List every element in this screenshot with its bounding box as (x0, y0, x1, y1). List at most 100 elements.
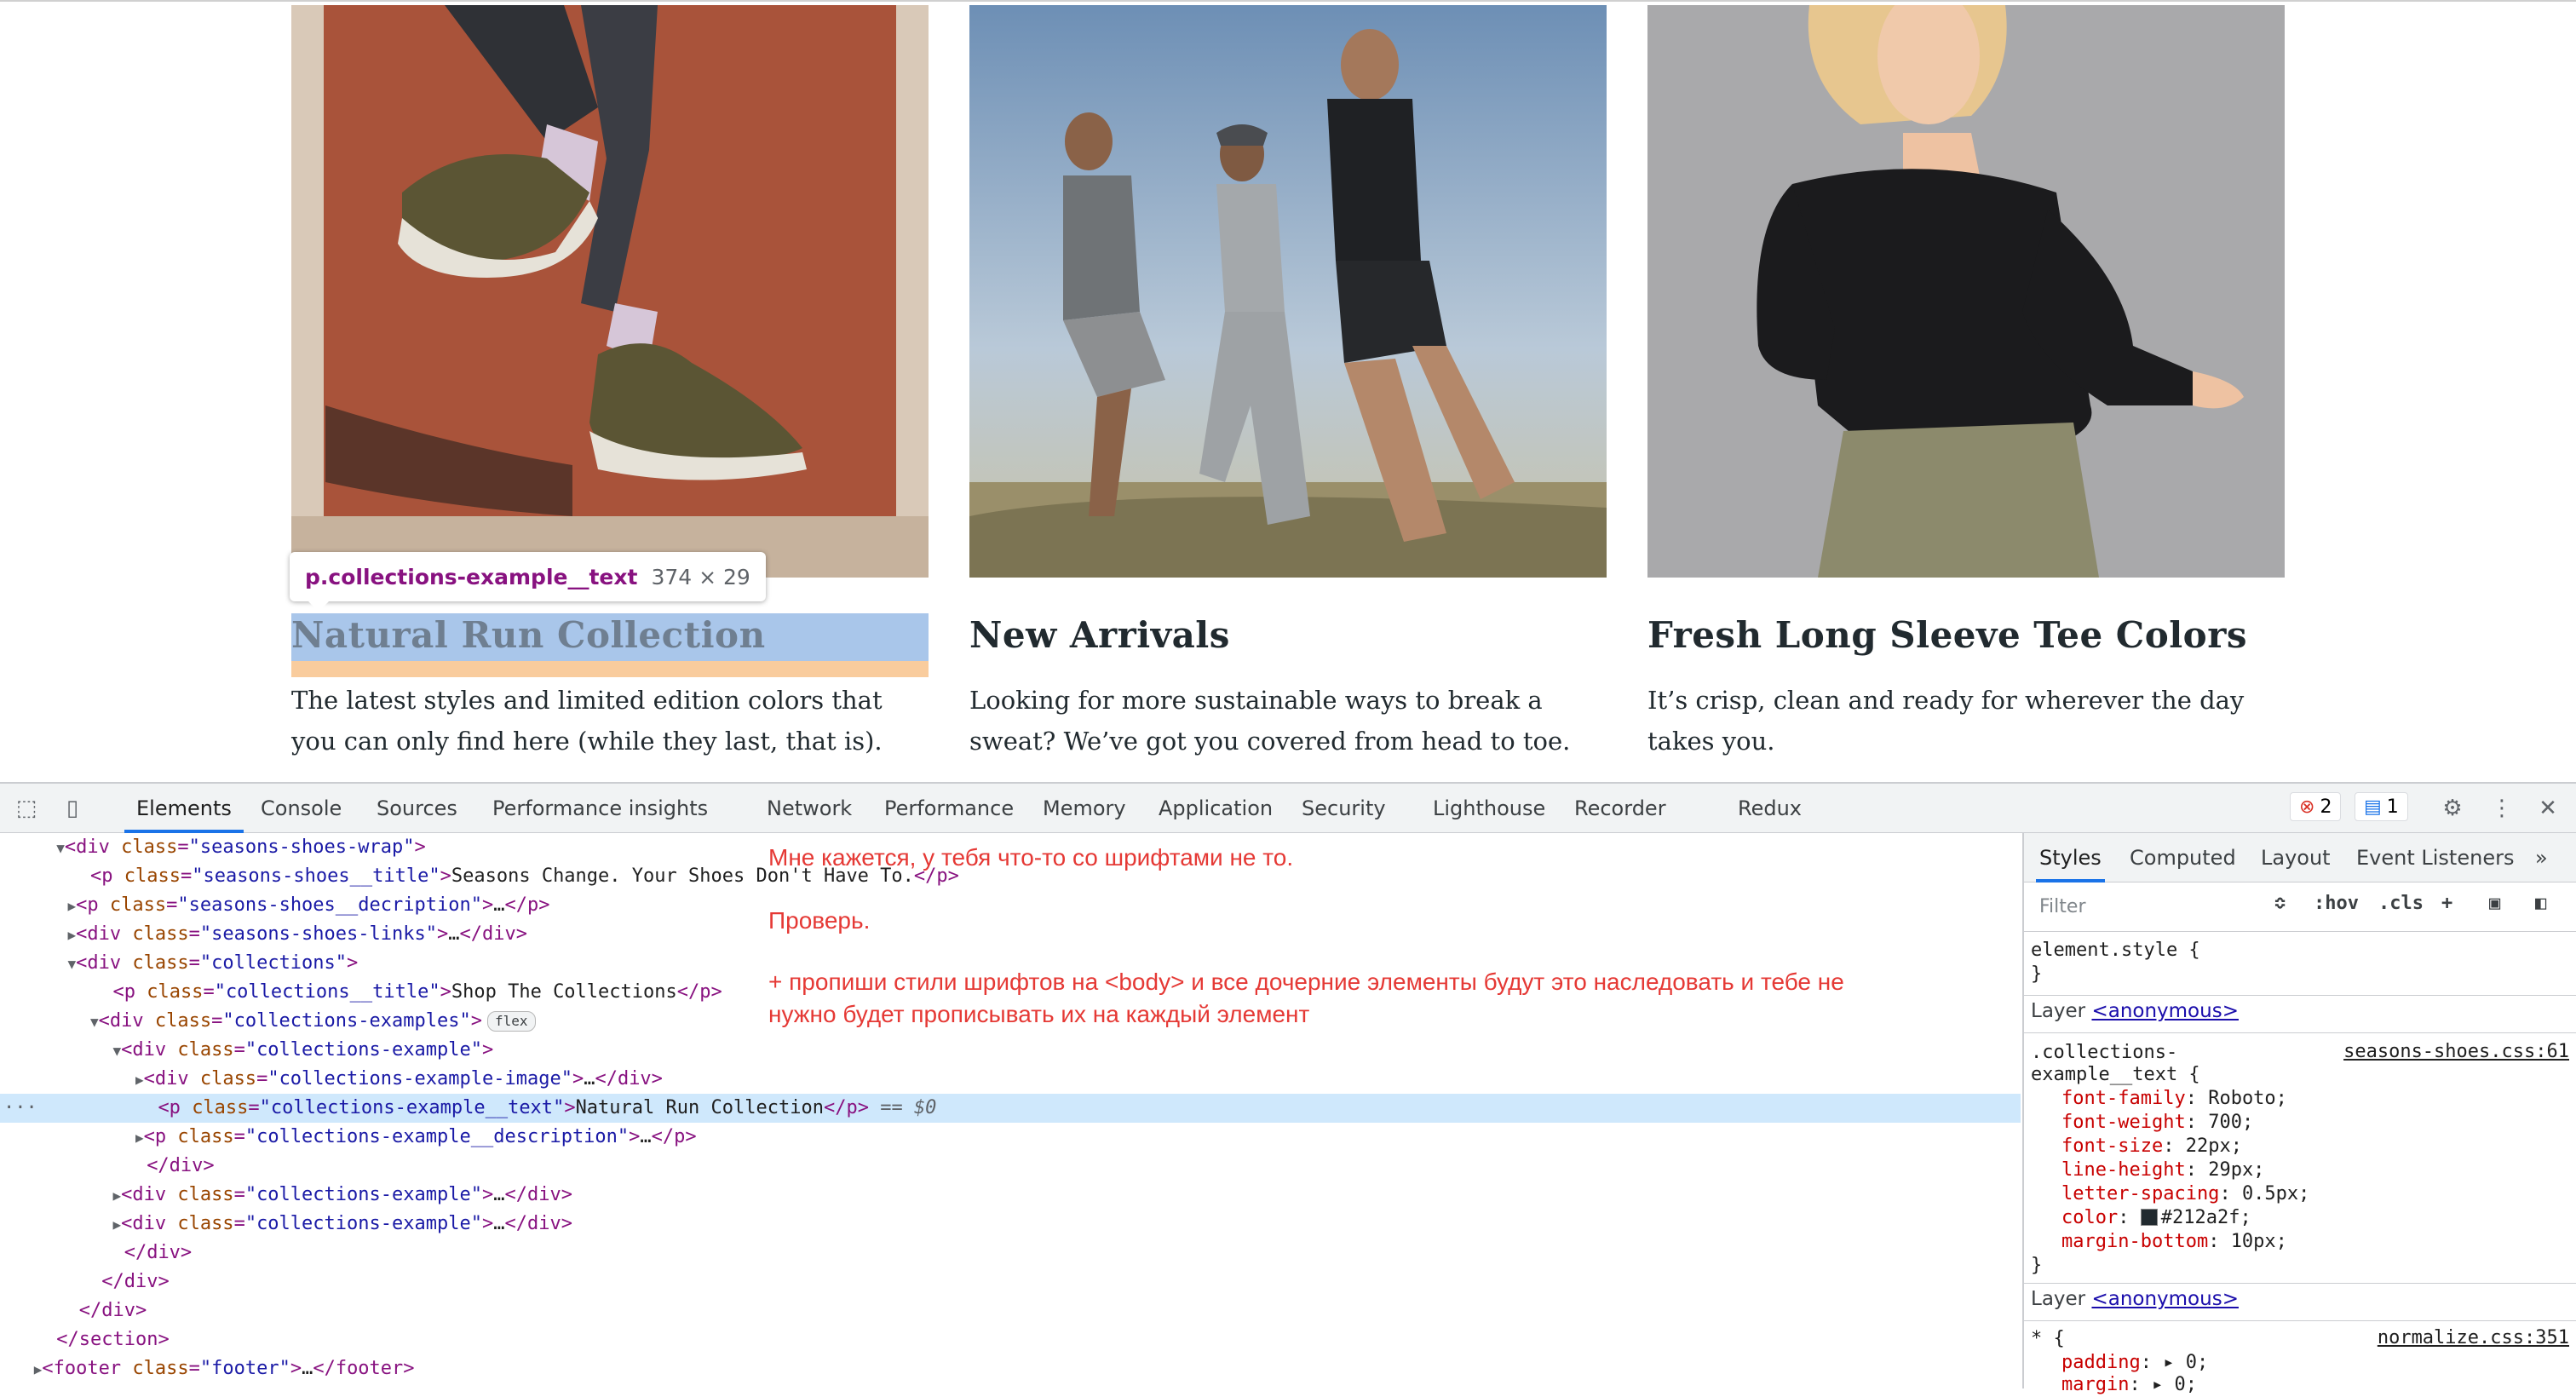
errors-count: 2 (2320, 796, 2332, 818)
collection-card-long-sleeve[interactable]: Fresh Long Sleeve Tee Colors It’s crisp,… (1647, 5, 2285, 756)
device-toolbar-icon[interactable]: ▯ (58, 794, 87, 823)
card-title[interactable]: Fresh Long Sleeve Tee Colors (1647, 612, 2285, 659)
sidebar-tabs: Styles Computed Layout Event Listeners » (2024, 833, 2576, 882)
layer-label: Layer <anonymous> (2031, 1288, 2239, 1310)
css-declaration[interactable]: line-height: 29px; (2061, 1158, 2264, 1182)
toggle-sidebar-icon[interactable]: ◧ (2535, 893, 2546, 914)
styles-filter-input[interactable]: Filter (2034, 891, 2256, 923)
long-sleeve-image[interactable] (1647, 5, 2285, 578)
css-declaration[interactable]: margin: ▸ 0; (2061, 1373, 2197, 1397)
color-swatch[interactable] (2140, 1209, 2158, 1226)
css-declaration[interactable]: font-size: 22px; (2061, 1135, 2242, 1158)
css-declaration[interactable]: letter-spacing: 0.5px; (2061, 1182, 2309, 1206)
card-title[interactable]: Natural Run Collection (291, 612, 929, 659)
dom-node[interactable]: ▶<div class="collections-example">…</div… (0, 1210, 2021, 1239)
element-style-rule[interactable]: element.style { (2031, 939, 2200, 963)
css-declaration[interactable]: color: #212a2f; (2061, 1206, 2251, 1230)
collection-card-natural-run[interactable]: Natural Run Collection The latest styles… (291, 5, 929, 756)
tab-lighthouse[interactable]: Lighthouse (1433, 784, 1545, 833)
css-declaration[interactable]: font-weight: 700; (2061, 1111, 2253, 1135)
dom-node[interactable]: ▶<p class="seasons-shoes__decription">…<… (0, 891, 2021, 920)
dom-node[interactable]: </div> (0, 1296, 2021, 1325)
styles-sidebar: Styles Computed Layout Event Listeners »… (2022, 833, 2576, 1395)
close-devtools-icon[interactable]: ✕ (2533, 794, 2562, 823)
paint-icon[interactable]: ▣ (2489, 893, 2500, 914)
review-note: Проверь. (768, 907, 871, 934)
dom-node[interactable]: ▶<footer class="footer">…</footer> (0, 1354, 2021, 1383)
review-note: + пропиши стили шрифтов на <body> и все … (768, 969, 1844, 995)
inspect-element-icon[interactable]: ⬚ (12, 794, 41, 823)
new-arrivals-image[interactable] (969, 5, 1607, 578)
css-declaration[interactable]: font-family: Roboto; (2061, 1087, 2287, 1111)
dom-node[interactable]: ▶<div class="seasons-shoes-links">…</div… (0, 920, 2021, 949)
layer-label: Layer <anonymous> (2031, 1000, 2239, 1022)
dom-node-selected[interactable]: ··· <p class="collections-example__text"… (0, 1094, 2021, 1123)
tab-redux[interactable]: Redux (1738, 784, 1802, 833)
layer-link[interactable]: <anonymous> (2091, 1288, 2239, 1310)
dom-node[interactable]: ▶<div class="collections-example-image">… (0, 1065, 2021, 1094)
dom-node[interactable]: </div> (0, 1239, 2021, 1268)
tab-layout[interactable]: Layout (2261, 833, 2331, 882)
tab-styles[interactable]: Styles (2036, 833, 2105, 882)
card-title[interactable]: New Arrivals (969, 612, 1607, 659)
rule-source-link[interactable]: seasons-shoes.css:61 (2343, 1041, 2569, 1062)
toggle-state-icon[interactable]: ≎ (2274, 893, 2286, 914)
tab-event-listeners[interactable]: Event Listeners (2356, 833, 2514, 882)
dom-node[interactable]: </section> (0, 1325, 2021, 1354)
dom-node[interactable]: ▶<div class="collections-example">…</div… (0, 1181, 2021, 1210)
layer-link[interactable]: <anonymous> (2091, 1000, 2239, 1022)
dom-node[interactable]: ▼<div class="collections-example"> (0, 1036, 2021, 1065)
devtools-tabbar: ⬚ ▯ Elements Console Sources Performance… (0, 784, 2576, 833)
hov-button[interactable]: :hov (2314, 893, 2359, 914)
card-description: The latest styles and limited edition co… (291, 686, 883, 756)
dom-node[interactable]: ▶<p class="collections-example__descript… (0, 1123, 2021, 1152)
tab-recorder[interactable]: Recorder (1574, 784, 1666, 833)
dom-node[interactable]: </div> (0, 1152, 2021, 1181)
natural-run-image[interactable] (291, 5, 929, 578)
divider (2024, 1320, 2576, 1321)
devtools-panel: ⬚ ▯ Elements Console Sources Performance… (0, 782, 2576, 1395)
tooltip-selector: p.collections-example__text (305, 564, 638, 589)
inspect-highlight-margin (291, 661, 929, 677)
collection-card-new-arrivals[interactable]: New Arrivals Looking for more sustainabl… (969, 5, 1607, 756)
tab-console[interactable]: Console (261, 784, 342, 833)
flex-badge[interactable]: flex (486, 1011, 536, 1032)
messages-badge[interactable]: ▤ 1 (2355, 792, 2408, 821)
tab-performance-insights[interactable]: Performance insights (492, 784, 708, 833)
tab-memory[interactable]: Memory (1043, 784, 1126, 833)
divider (2024, 995, 2576, 996)
card-description: Looking for more sustainable ways to bre… (969, 686, 1571, 756)
rule-source-link[interactable]: normalize.css:351 (2378, 1327, 2569, 1348)
cls-button[interactable]: .cls (2378, 893, 2424, 914)
tab-security[interactable]: Security (1302, 784, 1386, 833)
new-rule-icon[interactable]: + (2441, 893, 2452, 914)
review-note: Мне кажется, у тебя что-то со шрифтами н… (768, 844, 1294, 871)
tooltip-size: 374 × 29 (651, 564, 750, 589)
tab-network[interactable]: Network (767, 784, 852, 833)
rule-close-brace: } (2031, 1255, 2043, 1276)
more-tabs-icon[interactable]: » (2535, 833, 2548, 882)
dom-tree[interactable]: ▼<div class="seasons-shoes-wrap"> <p cla… (0, 833, 2021, 1388)
messages-count: 1 (2386, 796, 2399, 818)
rule-selector[interactable]: .collections- (2031, 1041, 2177, 1065)
more-options-icon[interactable]: ⋮ (2487, 794, 2516, 823)
divider (2024, 1032, 2576, 1033)
css-declaration[interactable]: padding: ▸ 0; (2061, 1351, 2208, 1375)
errors-badge[interactable]: ⊗ 2 (2290, 792, 2342, 821)
tab-sources[interactable]: Sources (377, 784, 457, 833)
review-note: нужно будет прописывать их на каждый эле… (768, 1001, 1310, 1027)
rule-close-brace: } (2031, 963, 2043, 985)
rule-selector[interactable]: * { (2031, 1327, 2065, 1351)
tab-computed[interactable]: Computed (2130, 833, 2236, 882)
tab-application[interactable]: Application (1159, 784, 1273, 833)
dom-node[interactable]: </div> (0, 1268, 2021, 1296)
rule-selector[interactable]: example__text { (2031, 1063, 2200, 1087)
css-declaration[interactable]: margin-bottom: 10px; (2061, 1230, 2287, 1254)
tab-elements[interactable]: Elements (124, 784, 244, 833)
node-actions-icon[interactable]: ··· (3, 1094, 37, 1123)
divider (2024, 1283, 2576, 1284)
card-description: It’s crisp, clean and ready for wherever… (1647, 686, 2245, 756)
message-icon: ▤ (2364, 796, 2382, 818)
tab-performance[interactable]: Performance (884, 784, 1014, 833)
settings-gear-icon[interactable]: ⚙ (2438, 794, 2467, 823)
